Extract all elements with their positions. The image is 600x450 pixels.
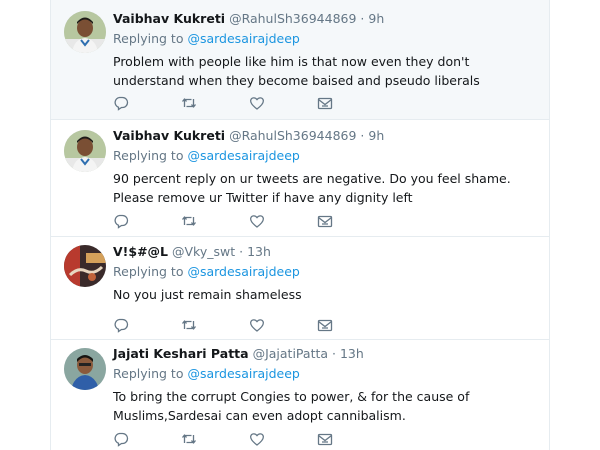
tweet-text: To bring the corrupt Congies to power, &… xyxy=(113,389,470,423)
tweet[interactable]: Vaibhav Kukreti @RahulSh36944869 · 9h Re… xyxy=(51,120,549,237)
tweet-text: No you just remain shameless xyxy=(113,287,302,302)
like-icon[interactable] xyxy=(249,213,267,229)
avatar[interactable] xyxy=(64,11,106,53)
tweet[interactable]: Vaibhav Kukreti @RahulSh36944869 · 9h Re… xyxy=(51,0,549,120)
avatar[interactable] xyxy=(64,245,106,287)
reply-icon[interactable] xyxy=(113,431,131,447)
reply-icon[interactable] xyxy=(113,317,131,333)
replying-to-label: Replying to xyxy=(113,148,184,163)
message-icon[interactable] xyxy=(317,95,335,111)
tweet-actions xyxy=(113,431,343,447)
timestamp[interactable]: 9h xyxy=(368,11,384,26)
replying-to-label: Replying to xyxy=(113,264,184,279)
retweet-icon[interactable] xyxy=(181,431,199,447)
user-handle[interactable]: @Vky_swt xyxy=(172,244,235,259)
tweet-header: Vaibhav Kukreti @RahulSh36944869 · 9h xyxy=(113,128,541,144)
avatar[interactable] xyxy=(64,130,106,172)
replying-to: Replying to @sardesairajdeep xyxy=(113,148,541,164)
user-handle[interactable]: @RahulSh36944869 xyxy=(229,128,356,143)
replying-to: Replying to @sardesairajdeep xyxy=(113,366,541,382)
display-name[interactable]: Vaibhav Kukreti xyxy=(113,11,225,26)
retweet-icon[interactable] xyxy=(181,213,199,229)
tweet-text: Problem with people like him is that now… xyxy=(113,54,480,88)
display-name[interactable]: V!$#@L xyxy=(113,244,168,259)
tweet-actions xyxy=(113,213,343,229)
mention-link[interactable]: @sardesairajdeep xyxy=(187,31,299,46)
replying-to: Replying to @sardesairajdeep xyxy=(113,31,541,47)
tweet-header: Jajati Keshari Patta @JajatiPatta · 13h xyxy=(113,346,541,362)
display-name[interactable]: Vaibhav Kukreti xyxy=(113,128,225,143)
replying-to-label: Replying to xyxy=(113,31,184,46)
tweet-header: Vaibhav Kukreti @RahulSh36944869 · 9h xyxy=(113,11,541,27)
display-name[interactable]: Jajati Keshari Patta xyxy=(113,346,249,361)
timestamp[interactable]: 13h xyxy=(247,244,271,259)
tweet-actions xyxy=(113,95,343,111)
separator-dot: · xyxy=(360,11,365,26)
tweet[interactable]: V!$#@L @Vky_swt · 13h Replying to @sarde… xyxy=(51,237,549,340)
tweet-header: V!$#@L @Vky_swt · 13h xyxy=(113,244,541,260)
tweet-text: 90 percent reply on ur tweets are negati… xyxy=(113,171,511,205)
separator-dot: · xyxy=(360,128,365,143)
separator-dot: · xyxy=(332,346,336,361)
like-icon[interactable] xyxy=(249,431,267,447)
replying-to-label: Replying to xyxy=(113,366,184,381)
mention-link[interactable]: @sardesairajdeep xyxy=(187,264,299,279)
retweet-icon[interactable] xyxy=(181,317,199,333)
mention-link[interactable]: @sardesairajdeep xyxy=(187,148,299,163)
mention-link[interactable]: @sardesairajdeep xyxy=(187,366,299,381)
replying-to: Replying to @sardesairajdeep xyxy=(113,264,541,280)
avatar[interactable] xyxy=(64,348,106,390)
message-icon[interactable] xyxy=(317,317,335,333)
user-handle[interactable]: @JajatiPatta xyxy=(253,346,328,361)
separator-dot: · xyxy=(239,244,244,259)
like-icon[interactable] xyxy=(249,317,267,333)
timestamp[interactable]: 9h xyxy=(368,128,384,143)
timestamp[interactable]: 13h xyxy=(340,346,364,361)
like-icon[interactable] xyxy=(249,95,267,111)
retweet-icon[interactable] xyxy=(181,95,199,111)
reply-icon[interactable] xyxy=(113,95,131,111)
user-handle[interactable]: @RahulSh36944869 xyxy=(229,11,356,26)
message-icon[interactable] xyxy=(317,431,335,447)
tweet-actions xyxy=(113,317,343,333)
message-icon[interactable] xyxy=(317,213,335,229)
tweet[interactable]: Jajati Keshari Patta @JajatiPatta · 13h … xyxy=(51,340,549,450)
tweet-reply-thread: Vaibhav Kukreti @RahulSh36944869 · 9h Re… xyxy=(50,0,550,450)
reply-icon[interactable] xyxy=(113,213,131,229)
